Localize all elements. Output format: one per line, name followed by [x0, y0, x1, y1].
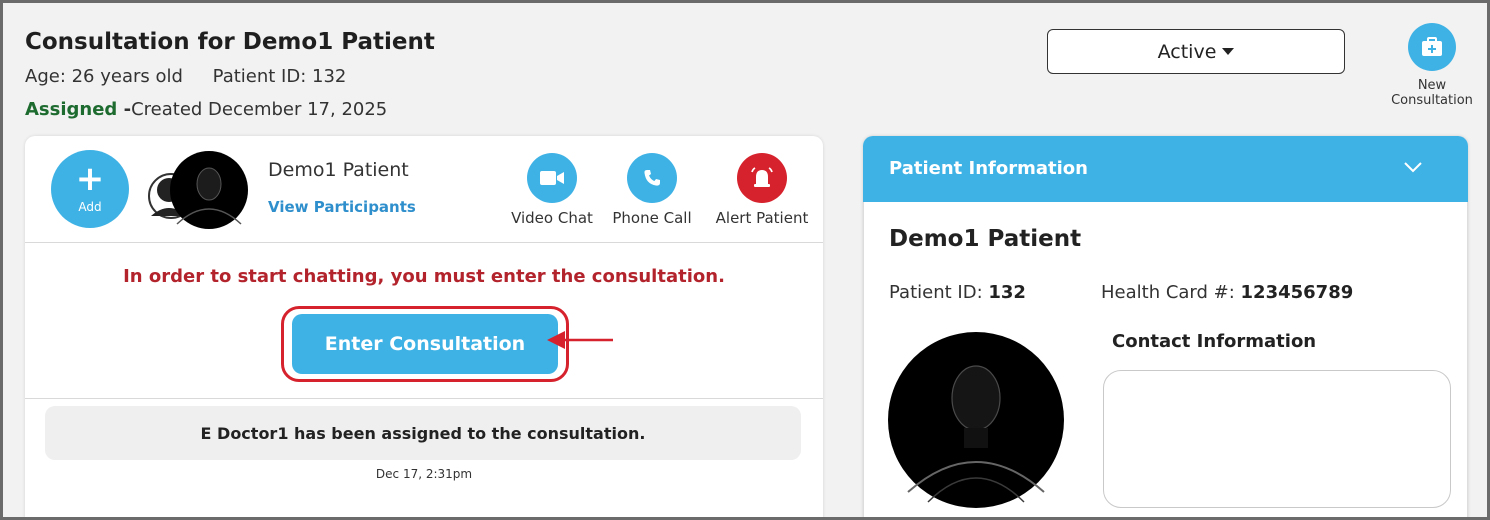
- chevron-down-icon[interactable]: [1403, 160, 1423, 174]
- assigned-status: Assigned: [25, 99, 118, 120]
- new-consultation-label-line2: Consultation: [1391, 93, 1473, 108]
- phone-call-button[interactable]: Phone Call: [607, 153, 697, 227]
- patient-info-header[interactable]: Patient Information: [863, 136, 1468, 202]
- arrow-left-icon: [547, 331, 613, 349]
- health-card: Health Card #: 123456789: [1101, 282, 1353, 303]
- contact-info-box: [1103, 370, 1451, 508]
- status-dropdown-value: Active: [1157, 40, 1217, 63]
- consultation-page: Consultation for Demo1 Patient Age: 26 y…: [0, 0, 1490, 520]
- new-consultation-label: New Consultation: [1386, 78, 1478, 108]
- patient-id-value: 132: [988, 282, 1026, 303]
- patient-info-panel: Patient Information Demo1 Patient Patien…: [863, 136, 1468, 517]
- patient-id: Patient ID: 132: [212, 66, 347, 87]
- status-dash: -: [117, 99, 132, 120]
- video-chat-button[interactable]: Video Chat: [507, 153, 597, 227]
- add-label: Add: [78, 200, 102, 214]
- patient-id-label: Patient ID:: [889, 282, 989, 303]
- status-dropdown[interactable]: Active: [1047, 29, 1345, 74]
- caret-down-icon: [1222, 48, 1235, 55]
- view-participants-link[interactable]: View Participants: [268, 198, 416, 216]
- enter-warning-message: In order to start chatting, you must ent…: [123, 266, 725, 287]
- created-date: Created December 17, 2025: [131, 99, 388, 120]
- phone-call-label: Phone Call: [612, 209, 692, 227]
- patient-info-name: Demo1 Patient: [889, 226, 1082, 252]
- participants-avatar: [147, 150, 251, 230]
- contact-info-title: Contact Information: [1112, 331, 1317, 352]
- alert-patient-label: Alert Patient: [715, 209, 809, 227]
- health-card-value: 123456789: [1240, 282, 1354, 303]
- divider: [25, 242, 823, 243]
- status-line: Assigned -Created December 17, 2025: [25, 99, 387, 120]
- page-title: Consultation for Demo1 Patient: [25, 29, 435, 55]
- new-consultation-label-line1: New: [1417, 78, 1447, 93]
- enter-consultation-button[interactable]: Enter Consultation: [292, 314, 558, 374]
- chat-panel: + Add Demo1 Patient View Participants Vi…: [25, 136, 823, 517]
- patient-info-title: Patient Information: [889, 158, 1088, 179]
- system-message-time: Dec 17, 2:31pm: [375, 467, 473, 481]
- patient-info-id: Patient ID: 132: [889, 282, 1026, 303]
- alarm-bell-icon: [737, 153, 787, 203]
- health-card-label: Health Card #:: [1101, 282, 1241, 303]
- alert-patient-button[interactable]: Alert Patient: [707, 153, 817, 227]
- patient-meta: Age: 26 years old Patient ID: 132: [25, 66, 346, 87]
- divider: [25, 398, 823, 399]
- video-chat-label: Video Chat: [511, 209, 593, 227]
- system-message: E Doctor1 has been assigned to the consu…: [45, 406, 801, 460]
- new-consultation-button[interactable]: New Consultation: [1386, 23, 1478, 108]
- patient-age: Age: 26 years old: [25, 66, 183, 87]
- plus-icon: +: [75, 159, 105, 199]
- briefcase-plus-icon: [1408, 23, 1456, 71]
- add-participant-button[interactable]: + Add: [51, 150, 129, 228]
- chat-patient-name: Demo1 Patient: [268, 159, 409, 181]
- phone-icon: [627, 153, 677, 203]
- video-camera-icon: [527, 153, 577, 203]
- patient-avatar: [888, 332, 1064, 508]
